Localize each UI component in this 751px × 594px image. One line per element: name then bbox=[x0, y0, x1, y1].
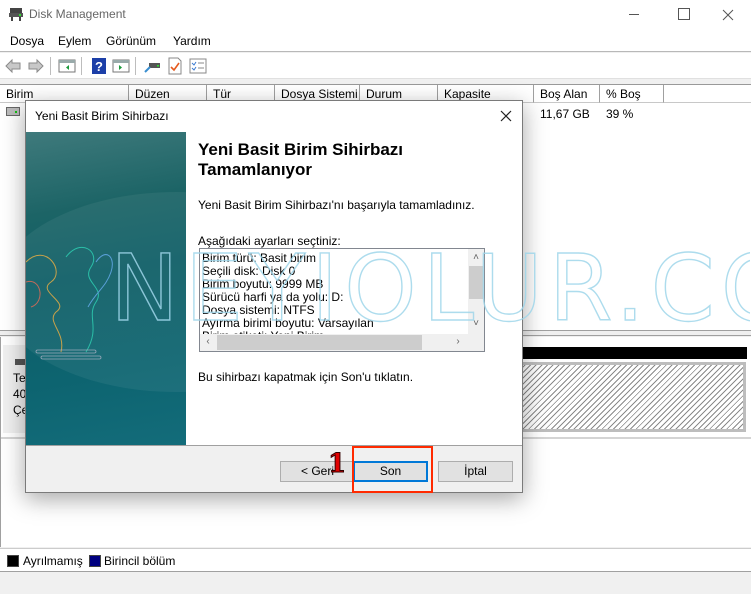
toolbar: ? bbox=[0, 53, 751, 79]
setting-line: Dosya sistemi: NTFS bbox=[202, 303, 315, 317]
window-title: Disk Management bbox=[29, 7, 126, 21]
column-header-yuzde-bos[interactable]: % Boş bbox=[600, 85, 664, 103]
volume-icon bbox=[6, 107, 20, 116]
wizard-content: Yeni Basit Birim Sihirbazı Tamamlanıyor … bbox=[186, 132, 522, 445]
menu-bar: Dosya Eylem Görünüm Yardım bbox=[0, 30, 751, 52]
legend-swatch-unallocated bbox=[7, 555, 19, 567]
unallocated-header-bar bbox=[501, 347, 747, 359]
close-icon bbox=[722, 9, 734, 21]
vertical-scroll-thumb[interactable] bbox=[469, 266, 483, 299]
legend-swatch-primary bbox=[89, 555, 101, 567]
column-header-empty bbox=[664, 85, 751, 103]
menu-dosya[interactable]: Dosya bbox=[10, 34, 44, 48]
banner-swirl-art bbox=[26, 246, 113, 360]
settings-summary-box[interactable]: Birim türü: Basit birim Seçili disk: Dis… bbox=[199, 248, 485, 352]
maximize-button[interactable] bbox=[660, 0, 706, 30]
toolbar-separator bbox=[50, 57, 51, 75]
column-header-bos-alan[interactable]: Boş Alan bbox=[534, 85, 600, 103]
new-simple-volume-wizard-dialog: Yeni Basit Birim Sihirbazı Yeni Basit Bi… bbox=[25, 100, 523, 493]
legend-label-unallocated: Ayrılmamış bbox=[23, 554, 83, 568]
wizard-success-text: Yeni Basit Birim Sihirbazı'nı başarıyla … bbox=[198, 198, 475, 212]
scroll-left-icon[interactable]: ‹ bbox=[200, 335, 216, 349]
toolbar-separator bbox=[135, 57, 136, 75]
menu-yardim[interactable]: Yardım bbox=[173, 34, 211, 48]
finish-button-highlight bbox=[352, 446, 433, 493]
dialog-title: Yeni Basit Birim Sihirbazı bbox=[35, 109, 169, 123]
action-pane-icon[interactable] bbox=[112, 57, 130, 75]
cell-yuzde-bos: 39 % bbox=[606, 107, 634, 121]
svg-text:?: ? bbox=[95, 59, 103, 74]
close-button[interactable] bbox=[705, 0, 751, 30]
help-icon[interactable]: ? bbox=[90, 57, 108, 75]
close-hint-text: Bu sihirbazı kapatmak için Son'u tıklatı… bbox=[198, 370, 414, 384]
scroll-up-icon[interactable]: ˄ bbox=[468, 251, 484, 265]
settings-label: Aşağıdaki ayarları seçtiniz: bbox=[198, 234, 341, 248]
scroll-down-icon[interactable]: ˅ bbox=[468, 317, 484, 331]
forward-arrow-icon[interactable] bbox=[27, 57, 45, 75]
vertical-scrollbar[interactable]: ˄ ˅ bbox=[468, 249, 484, 335]
horizontal-scrollbar[interactable]: ‹ › bbox=[200, 334, 484, 351]
legend-label-primary: Birincil bölüm bbox=[104, 554, 176, 568]
back-arrow-icon[interactable] bbox=[4, 57, 22, 75]
horizontal-scroll-thumb[interactable] bbox=[217, 335, 422, 350]
setting-line: Sürücü harfi ya da yolu: D: bbox=[202, 290, 344, 304]
title-bar: Disk Management bbox=[0, 0, 751, 30]
unallocated-partition[interactable] bbox=[501, 362, 746, 432]
cell-bos-alan: 11,67 GB bbox=[540, 107, 590, 121]
scroll-right-icon[interactable]: › bbox=[450, 335, 466, 349]
connect-drive-icon[interactable] bbox=[143, 57, 161, 75]
wizard-side-banner bbox=[26, 132, 186, 445]
step-number-badge: 1 bbox=[327, 449, 347, 480]
wizard-heading: Yeni Basit Birim Sihirbazı Tamamlanıyor bbox=[198, 140, 404, 179]
disk-type-text: Te bbox=[13, 371, 26, 385]
menu-gorunum[interactable]: Görünüm bbox=[106, 34, 156, 48]
cancel-button[interactable]: İptal bbox=[438, 461, 513, 482]
properties-list-icon[interactable] bbox=[189, 57, 207, 75]
menu-eylem[interactable]: Eylem bbox=[58, 34, 91, 48]
legend-bar: Ayrılmamış Birincil bölüm bbox=[0, 548, 751, 572]
setting-line: Seçili disk: Disk 0 bbox=[202, 264, 296, 278]
disk-management-icon bbox=[9, 8, 23, 21]
checklist-doc-icon[interactable] bbox=[166, 57, 184, 75]
dialog-close-icon[interactable] bbox=[496, 106, 516, 126]
console-tree-icon[interactable] bbox=[58, 57, 76, 75]
minimize-button[interactable] bbox=[610, 0, 656, 30]
setting-line: Birim boyutu: 9999 MB bbox=[202, 277, 324, 291]
wizard-footer: < Geri Son İptal bbox=[26, 445, 522, 492]
setting-line: Ayırma birimi boyutu: Varsayılan bbox=[202, 316, 374, 330]
setting-line: Birim türü: Basit birim bbox=[202, 251, 317, 265]
toolbar-separator bbox=[81, 57, 82, 75]
